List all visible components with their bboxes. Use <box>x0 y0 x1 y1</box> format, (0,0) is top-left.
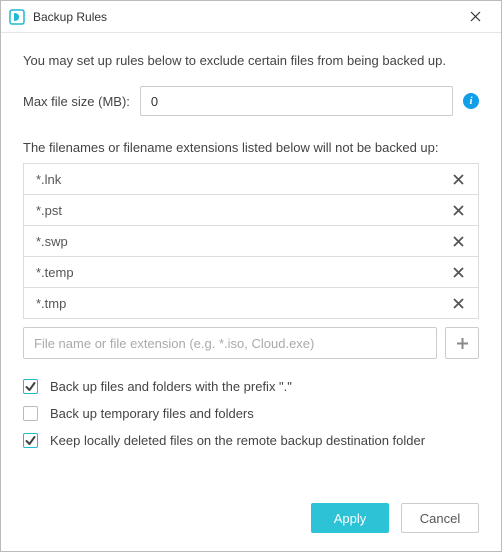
checkbox[interactable] <box>23 379 38 394</box>
close-button[interactable] <box>457 2 493 32</box>
checkbox[interactable] <box>23 433 38 448</box>
app-icon <box>9 9 25 25</box>
exclude-item: *.temp <box>24 257 478 288</box>
dialog-footer: Apply Cancel <box>1 487 501 551</box>
options-checklist: Back up files and folders with the prefi… <box>23 379 479 448</box>
exclude-item-name: *.swp <box>36 234 448 249</box>
exclude-item-name: *.tmp <box>36 296 448 311</box>
checkbox-row[interactable]: Back up files and folders with the prefi… <box>23 379 479 394</box>
checkbox-label: Back up temporary files and folders <box>50 406 254 421</box>
exclude-item-name: *.lnk <box>36 172 448 187</box>
exclude-list: *.lnk *.pst *.swp *.temp *.tmp <box>23 163 479 319</box>
remove-icon[interactable] <box>448 231 468 251</box>
exclude-item-name: *.pst <box>36 203 448 218</box>
apply-button[interactable]: Apply <box>311 503 389 533</box>
exclude-item: *.pst <box>24 195 478 226</box>
info-icon[interactable]: i <box>463 93 479 109</box>
remove-icon[interactable] <box>448 262 468 282</box>
checkbox-label: Back up files and folders with the prefi… <box>50 379 292 394</box>
intro-text: You may set up rules below to exclude ce… <box>23 53 479 68</box>
remove-icon[interactable] <box>448 169 468 189</box>
checkbox-label: Keep locally deleted files on the remote… <box>50 433 425 448</box>
exclude-item-name: *.temp <box>36 265 448 280</box>
exclude-list-label: The filenames or filename extensions lis… <box>23 140 479 155</box>
max-file-size-row: Max file size (MB): i <box>23 86 479 116</box>
dialog-content: You may set up rules below to exclude ce… <box>1 33 501 487</box>
exclude-item: *.lnk <box>24 164 478 195</box>
exclude-item: *.tmp <box>24 288 478 319</box>
checkbox-row[interactable]: Back up temporary files and folders <box>23 406 479 421</box>
remove-icon[interactable] <box>448 200 468 220</box>
remove-icon[interactable] <box>448 293 468 313</box>
window-title: Backup Rules <box>33 10 457 24</box>
max-file-size-label: Max file size (MB): <box>23 94 130 109</box>
max-file-size-input[interactable] <box>140 86 453 116</box>
titlebar: Backup Rules <box>1 1 501 33</box>
exclude-item: *.swp <box>24 226 478 257</box>
add-exclusion-input[interactable] <box>23 327 437 359</box>
add-exclusion-button[interactable] <box>445 327 479 359</box>
add-exclusion-row <box>23 327 479 359</box>
checkbox[interactable] <box>23 406 38 421</box>
checkbox-row[interactable]: Keep locally deleted files on the remote… <box>23 433 479 448</box>
cancel-button[interactable]: Cancel <box>401 503 479 533</box>
